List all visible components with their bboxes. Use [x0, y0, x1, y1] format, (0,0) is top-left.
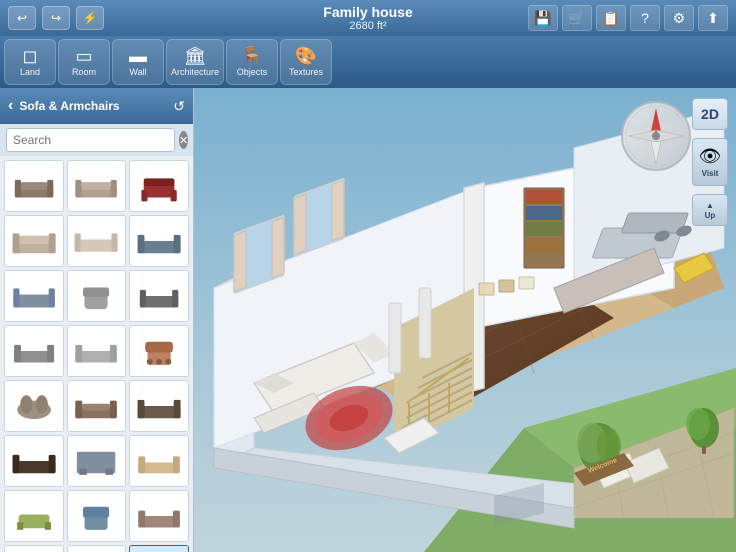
- app-subtitle: 2680 ft²: [323, 20, 412, 32]
- furniture-item-15[interactable]: [129, 380, 189, 432]
- room-icon: ▭: [75, 47, 92, 65]
- textures-label: Textures: [289, 67, 323, 77]
- canvas-area[interactable]: Welcome: [194, 88, 736, 552]
- settings-button[interactable]: ⚙: [664, 5, 694, 31]
- clipboard-button[interactable]: 📋: [596, 5, 626, 31]
- land-label: Land: [20, 67, 40, 77]
- tool-textures[interactable]: 🎨 Textures: [280, 39, 332, 85]
- flash-button[interactable]: ⚡: [76, 6, 104, 30]
- textures-icon: 🎨: [295, 47, 317, 65]
- tool-wall[interactable]: ▬ Wall: [112, 39, 164, 85]
- furniture-item-17[interactable]: [67, 435, 127, 487]
- search-clear-button[interactable]: ✕: [179, 131, 188, 149]
- category-header: ‹ Sofa & Armchairs ↺: [0, 88, 193, 124]
- furniture-item-24[interactable]: [129, 545, 189, 552]
- objects-label: Objects: [237, 67, 268, 77]
- left-panel: ‹ Sofa & Armchairs ↺ ✕: [0, 88, 194, 552]
- furniture-item-5[interactable]: [67, 215, 127, 267]
- furniture-item-16[interactable]: [4, 435, 64, 487]
- cart-button[interactable]: 🛒: [562, 5, 592, 31]
- furniture-item-20[interactable]: [67, 490, 127, 542]
- undo-button[interactable]: ↩: [8, 6, 36, 30]
- main-layout: ‹ Sofa & Armchairs ↺ ✕: [0, 88, 736, 552]
- furniture-item-12[interactable]: [129, 325, 189, 377]
- architecture-icon: 🏛: [184, 47, 207, 65]
- house-view: Welcome: [194, 88, 736, 552]
- furniture-item-13[interactable]: [4, 380, 64, 432]
- app-title-container: Family house 2680 ft²: [323, 4, 412, 32]
- furniture-item-1[interactable]: [4, 160, 64, 212]
- architecture-label: Architecture: [171, 67, 219, 77]
- wall-label: Wall: [129, 67, 146, 77]
- furniture-item-22[interactable]: [4, 545, 64, 552]
- redo-button[interactable]: ↪: [42, 6, 70, 30]
- view-2d-button[interactable]: 2D: [692, 98, 728, 130]
- furniture-item-7[interactable]: [4, 270, 64, 322]
- furniture-item-9[interactable]: [129, 270, 189, 322]
- tool-land[interactable]: ◻ Land: [4, 39, 56, 85]
- app-title: Family house: [323, 4, 412, 20]
- room-label: Room: [72, 67, 96, 77]
- top-bar-right: 💾 🛒 📋 ? ⚙ ⬆: [528, 5, 728, 31]
- up-label: Up: [705, 211, 716, 220]
- furniture-item-18[interactable]: [129, 435, 189, 487]
- tool-architecture[interactable]: 🏛 Architecture: [166, 39, 224, 85]
- furniture-item-6[interactable]: [129, 215, 189, 267]
- objects-icon: 🪑: [241, 47, 263, 65]
- furniture-item-3[interactable]: [129, 160, 189, 212]
- visit-button[interactable]: 👁 Visit: [692, 138, 728, 186]
- save-button[interactable]: 💾: [528, 5, 558, 31]
- items-grid: [0, 156, 193, 552]
- furniture-item-23[interactable]: [67, 545, 127, 552]
- category-label: Sofa & Armchairs: [19, 99, 167, 113]
- upload-button[interactable]: ⬆: [698, 5, 728, 31]
- top-bar-left: ↩ ↪ ⚡: [8, 6, 104, 30]
- top-bar: ↩ ↪ ⚡ Family house 2680 ft² 💾 🛒 📋 ? ⚙ ⬆: [0, 0, 736, 36]
- furniture-item-4[interactable]: [4, 215, 64, 267]
- category-settings-icon[interactable]: ↺: [173, 98, 185, 115]
- tool-bar: ◻ Land ▭ Room ▬ Wall 🏛 Architecture 🪑 Ob…: [0, 36, 736, 88]
- furniture-item-19[interactable]: [4, 490, 64, 542]
- up-arrow-icon: ▲: [706, 201, 714, 210]
- search-bar: ✕: [0, 124, 193, 156]
- tool-objects[interactable]: 🪑 Objects: [226, 39, 278, 85]
- visit-icon: 👁: [699, 146, 722, 167]
- back-button[interactable]: ‹: [8, 97, 13, 115]
- 2d-label: 2D: [701, 106, 719, 122]
- search-input[interactable]: [6, 128, 175, 152]
- help-button[interactable]: ?: [630, 5, 660, 31]
- up-button[interactable]: ▲ Up: [692, 194, 728, 226]
- furniture-item-11[interactable]: [67, 325, 127, 377]
- tool-room[interactable]: ▭ Room: [58, 39, 110, 85]
- furniture-item-21[interactable]: [129, 490, 189, 542]
- wall-icon: ▬: [129, 47, 147, 65]
- land-icon: ◻: [23, 47, 38, 65]
- furniture-item-8[interactable]: [67, 270, 127, 322]
- furniture-item-2[interactable]: [67, 160, 127, 212]
- furniture-item-14[interactable]: [67, 380, 127, 432]
- furniture-item-10[interactable]: [4, 325, 64, 377]
- visit-label: Visit: [702, 169, 719, 178]
